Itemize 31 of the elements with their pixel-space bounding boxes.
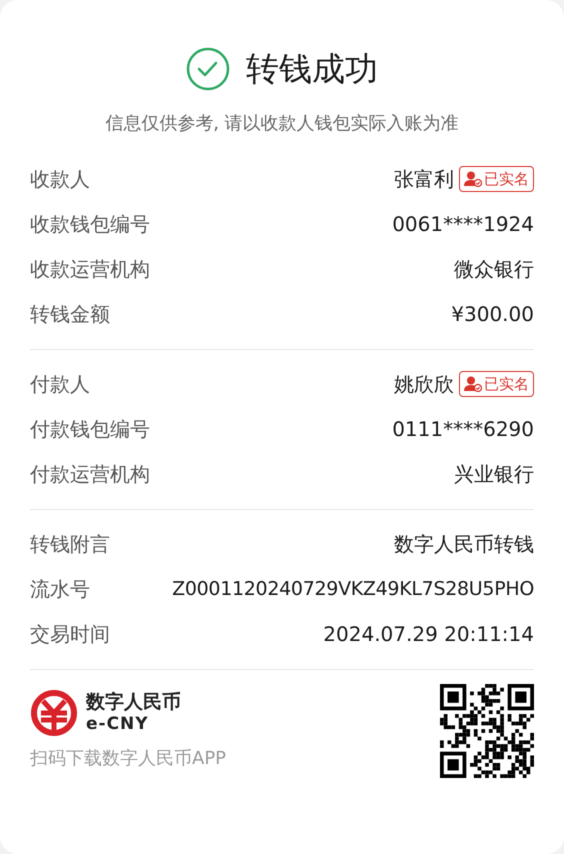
field-label: 收款钱包编号 xyxy=(30,211,150,238)
field-label: 交易时间 xyxy=(30,621,110,648)
field-value: Z0001120240729VKZ49KL7S28U5PHO xyxy=(172,576,534,602)
disclaimer-text: 信息仅供参考, 请以收款人钱包实际入账为准 xyxy=(104,112,460,136)
download-hint: 扫码下载数字人民币APP xyxy=(30,747,226,771)
field-label: 付款人 xyxy=(30,371,90,398)
field-label: 转钱附言 xyxy=(30,531,110,558)
field-label: 流水号 xyxy=(30,576,90,603)
success-check-icon xyxy=(186,46,230,91)
field-value: 微众银行 xyxy=(454,256,534,283)
field-value: 兴业银行 xyxy=(454,461,534,488)
field-value: ¥300.00 xyxy=(451,301,534,328)
field-label: 收款人 xyxy=(30,166,90,193)
field-value: 0061****1924 xyxy=(392,211,534,238)
field-value: 0111****6290 xyxy=(392,416,534,443)
field-value: 数字人民币转钱 xyxy=(394,531,534,558)
brand-subtitle: e-CNY xyxy=(86,716,150,733)
field-value: 姚欣欣 xyxy=(394,371,454,398)
verified-badge: 已实名 xyxy=(459,166,534,192)
field-label: 转钱金额 xyxy=(30,301,110,328)
logo-icon xyxy=(30,689,78,737)
field-value: 张富利 xyxy=(394,166,454,193)
verified-badge: 已实名 xyxy=(459,370,534,398)
user-check-icon xyxy=(464,171,482,187)
brand-name: 数字人民币 xyxy=(86,693,181,712)
page-title: 转钱成功 xyxy=(246,48,378,90)
field-label: 付款运营机构 xyxy=(30,461,150,488)
field-label: 收款运营机构 xyxy=(30,256,150,283)
field-label: 付款钱包编号 xyxy=(30,416,150,443)
user-check-icon xyxy=(464,376,482,392)
field-value: 2024.07.29 20:11:14 xyxy=(323,621,534,648)
